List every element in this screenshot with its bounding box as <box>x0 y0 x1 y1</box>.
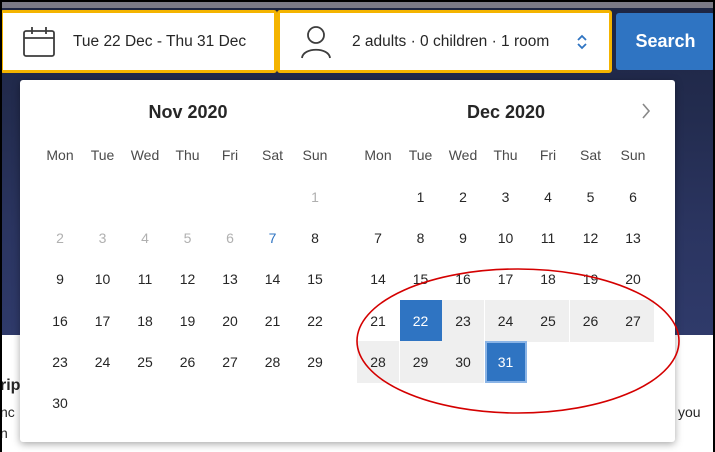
calendar-icon <box>21 24 57 60</box>
background-text: rip <box>0 377 21 394</box>
up-down-chevron-icon <box>575 31 591 55</box>
date-range-text: Tue 22 Dec - Thu 31 Dec <box>73 32 247 50</box>
day-cell[interactable]: 8 <box>400 217 442 259</box>
date-picker-popup: Nov 2020 Mon Tue Wed Thu Fri Sat Sun 1 2 3 4 5 6 7 8 9 1… <box>20 80 675 442</box>
month-title: Nov 2020 <box>148 102 228 122</box>
day-cell[interactable]: 27 <box>209 341 251 383</box>
day-cell[interactable]: 8 <box>294 217 336 259</box>
day-cell[interactable]: 7 <box>357 217 399 259</box>
day-cell[interactable]: 10 <box>82 258 124 300</box>
day-cell[interactable]: 13 <box>209 258 251 300</box>
day-cell[interactable]: 16 <box>442 258 484 300</box>
weekday-label: Sat <box>579 147 601 163</box>
day-cell: 1 <box>311 189 319 205</box>
day-cell[interactable]: 28 <box>357 340 399 383</box>
day-cell: 3 <box>98 230 107 247</box>
day-cell[interactable]: 24 <box>484 299 527 342</box>
hero-top-strip <box>0 0 715 8</box>
day-cell[interactable]: 23 <box>39 341 81 383</box>
day-cell: 2 <box>56 230 64 247</box>
weekday-label: Tue <box>90 147 115 163</box>
day-cell[interactable]: 11 <box>124 258 166 300</box>
day-cell[interactable]: 15 <box>294 258 336 300</box>
search-bar: Tue 22 Dec - Thu 31 Dec 2 adults · 0 chi… <box>0 10 715 73</box>
month-title: Dec 2020 <box>466 102 546 122</box>
day-cell[interactable]: 27 <box>612 299 654 342</box>
day-cell[interactable]: 18 <box>527 258 569 300</box>
weekday-label: Thu <box>493 147 518 163</box>
day-cell[interactable]: 28 <box>252 341 294 383</box>
day-cell[interactable]: 4 <box>527 176 569 218</box>
weekday-label: Fri <box>539 147 557 163</box>
day-cell[interactable]: 14 <box>252 258 294 300</box>
background-text: you <box>678 404 701 420</box>
day-cell[interactable]: 21 <box>252 300 294 342</box>
weekday-label: Sat <box>261 147 283 163</box>
day-cell[interactable]: 25 <box>124 341 166 383</box>
day-cell[interactable]: 26 <box>569 299 612 342</box>
guests-field[interactable]: 2 adults · 0 children · 1 room <box>277 10 612 73</box>
background-text: nc <box>0 404 15 420</box>
weekday-label: Wed <box>130 147 160 163</box>
date-range-field[interactable]: Tue 22 Dec - Thu 31 Dec <box>0 10 277 73</box>
day-cell[interactable]: 21 <box>357 300 399 342</box>
day-cell[interactable]: 30 <box>442 340 484 383</box>
day-cell[interactable]: 17 <box>82 300 124 342</box>
day-cell[interactable]: 18 <box>124 300 166 342</box>
day-cell[interactable]: 15 <box>400 258 442 300</box>
day-cell[interactable]: 11 <box>527 217 569 259</box>
weekday-label: Mon <box>364 147 392 163</box>
weekday-label: Fri <box>221 147 239 163</box>
day-cell[interactable]: 24 <box>82 341 124 383</box>
day-cell[interactable]: 16 <box>39 300 81 342</box>
day-cell[interactable]: 6 <box>612 176 654 218</box>
search-button[interactable]: Search <box>616 13 715 70</box>
background-text: n <box>0 425 8 441</box>
person-icon <box>298 24 334 60</box>
day-cell: 4 <box>141 230 149 247</box>
day-cell[interactable]: 10 <box>485 217 527 259</box>
day-cell[interactable]: 29 <box>399 340 442 383</box>
day-cell: 6 <box>226 230 234 247</box>
day-cell[interactable]: 13 <box>612 217 654 259</box>
day-cell[interactable]: 19 <box>167 300 209 342</box>
day-cell[interactable]: 12 <box>570 217 612 259</box>
guests-text: 2 adults · 0 children · 1 room <box>352 32 550 50</box>
weekday-label: Sun <box>620 147 646 163</box>
day-cell[interactable]: 22 <box>294 300 336 342</box>
weekday-label: Mon <box>46 147 74 163</box>
day-cell[interactable]: 23 <box>442 299 484 342</box>
day-cell[interactable]: 17 <box>485 258 527 300</box>
day-cell-selected-start[interactable]: 22 <box>399 299 442 342</box>
day-cell[interactable]: 20 <box>209 300 251 342</box>
day-cell[interactable]: 9 <box>39 258 81 300</box>
day-cell[interactable]: 14 <box>357 258 399 300</box>
day-cell-selected-end[interactable]: 31 <box>484 340 527 383</box>
day-cell[interactable]: 7 <box>252 217 294 259</box>
day-cell: 5 <box>183 230 192 247</box>
day-cell[interactable]: 29 <box>294 341 336 383</box>
day-cell[interactable]: 26 <box>167 341 209 383</box>
day-cell[interactable]: 3 <box>485 176 527 218</box>
day-cell[interactable]: 25 <box>527 299 569 342</box>
weekday-label: Tue <box>408 147 433 163</box>
day-cell[interactable]: 19 <box>570 258 612 300</box>
day-cell[interactable]: 12 <box>167 258 209 300</box>
next-month-arrow-icon[interactable] <box>639 100 655 124</box>
day-cell[interactable]: 1 <box>400 176 442 218</box>
day-cell[interactable]: 20 <box>612 258 654 300</box>
day-cell[interactable]: 5 <box>570 176 612 218</box>
weekday-label: Thu <box>175 147 200 163</box>
weekday-label: Wed <box>448 147 478 163</box>
day-cell[interactable]: 9 <box>442 217 484 259</box>
weekday-label: Sun <box>302 147 328 163</box>
day-cell[interactable]: 2 <box>442 176 484 218</box>
day-cell[interactable]: 30 <box>39 382 81 424</box>
